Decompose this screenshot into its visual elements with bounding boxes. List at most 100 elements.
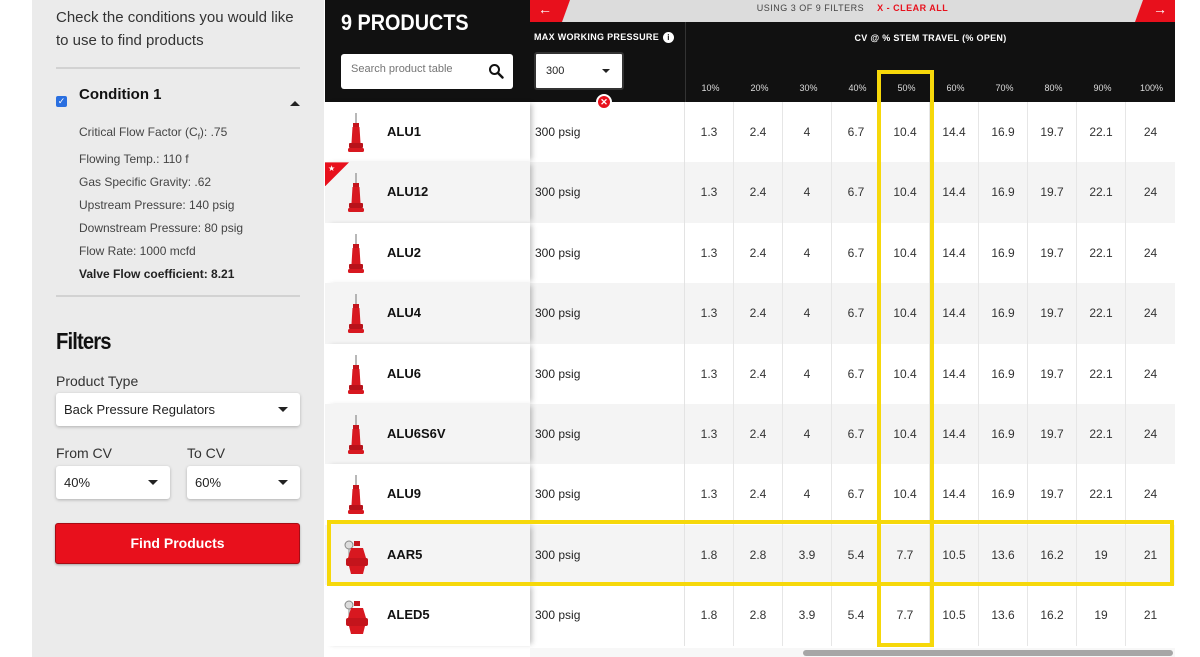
max-working-pressure-cell: 300 psig — [530, 585, 685, 646]
info-icon[interactable]: i — [663, 32, 675, 44]
column-headers: MAX WORKING PRESSURE i 300 ✕ CV @ % STEM … — [530, 22, 1176, 110]
max-working-pressure-cell: 300 psig — [530, 403, 685, 465]
cv-cell: 24 — [1143, 306, 1158, 321]
cv-cell: 16.9 — [979, 162, 1028, 223]
product-type-select[interactable]: Back Pressure Regulators — [56, 393, 300, 426]
cv-column-header[interactable]: 90% — [1078, 83, 1127, 93]
product-name[interactable]: ALED5 — [387, 607, 430, 622]
cv-cell: 21 — [1143, 547, 1158, 562]
cv-cell: 6.7 — [832, 102, 881, 163]
product-name[interactable]: ALU12 — [387, 184, 428, 199]
product-thumbnail[interactable] — [343, 294, 369, 334]
table-row[interactable]: ALU1 300 psig 1.3 2.4 4 6.7 10.4 14.4 16.9 19.7 22… — [325, 102, 1175, 163]
product-cell[interactable]: ALU1 — [325, 102, 530, 163]
product-table: 9 PRODUCTS USING 3 OF 9 FILTERS X - CLEA… — [325, 0, 1200, 657]
cv-column-header[interactable]: 20% — [735, 83, 784, 93]
cv-column-header[interactable]: 10% — [686, 83, 735, 93]
cv-column-header[interactable]: 80% — [1029, 83, 1078, 93]
product-type-label: Product Type — [56, 373, 139, 389]
product-cell[interactable]: ALU9 — [325, 464, 530, 525]
max-working-pressure-select[interactable]: 300 — [534, 52, 624, 90]
product-name[interactable]: ALU6S6V — [387, 426, 446, 441]
search-input[interactable] — [351, 63, 486, 75]
condition-line-cff: Critical Flow Factor (Cf): .75 — [79, 125, 228, 142]
filter-status: USING 3 OF 9 FILTERS — [756, 3, 865, 13]
clear-filter-icon[interactable]: ✕ — [596, 94, 612, 110]
to-cv-select[interactable]: 60% — [187, 466, 300, 499]
cv-cell: 1.3 — [685, 102, 734, 163]
cv-cell: 2.4 — [734, 283, 783, 344]
product-cell[interactable]: AAR5 — [325, 524, 530, 586]
table-row[interactable]: ALU4 300 psig 1.3 2.4 4 6.7 10.4 14.4 16.9 19.7 22… — [325, 283, 1175, 344]
cv-cell: 14.4 — [930, 222, 979, 284]
product-thumbnail[interactable] — [343, 233, 369, 274]
product-thumbnail[interactable] — [343, 354, 369, 395]
cv-cell: 16.9 — [979, 283, 1028, 344]
cv-cell: 13.6 — [979, 524, 1028, 586]
from-cv-select[interactable]: 40% — [56, 466, 170, 499]
cv-cell: 19 — [1077, 585, 1126, 646]
table-row[interactable]: AAR5 300 psig 1.8 2.8 3.9 5.4 7.7 10.5 13.6 16.2 1… — [325, 524, 1175, 586]
filters-heading: Filters — [56, 328, 111, 354]
product-thumbnail[interactable] — [343, 596, 369, 636]
to-cv-value: 60% — [195, 475, 222, 490]
product-thumbnail[interactable] — [343, 475, 369, 515]
search-product-table[interactable] — [341, 54, 513, 89]
cv-cell: 4 — [783, 162, 832, 223]
condition-details: Critical Flow Factor (Cf): .75 Flowing T… — [79, 121, 243, 286]
product-name[interactable]: ALU4 — [387, 305, 421, 320]
table-row[interactable]: ALU6S6V 300 psig 1.3 2.4 4 6.7 10.4 14.4 16.9 19.… — [325, 403, 1175, 465]
product-thumbnail[interactable] — [343, 414, 369, 455]
divider — [56, 67, 300, 69]
cv-cell: 4 — [783, 343, 832, 404]
cv-cell: 19.7 — [1028, 464, 1077, 525]
horizontal-scrollbar-thumb[interactable] — [803, 650, 1173, 656]
product-thumbnail[interactable] — [343, 113, 369, 153]
product-cell[interactable]: ALU2 — [325, 222, 530, 284]
condition-checkbox[interactable]: ✓ — [56, 96, 67, 107]
table-row[interactable]: ★ ALU12 300 psig 1.3 2.4 4 6.7 10.4 14.4 16.9 19.7… — [325, 162, 1175, 223]
product-name[interactable]: ALU2 — [387, 245, 421, 260]
max-working-pressure-value: 300 — [546, 65, 565, 77]
search-icon[interactable] — [488, 63, 504, 79]
cv-cell: 19.7 — [1028, 283, 1077, 344]
cv-column-header[interactable]: 50% — [882, 83, 931, 93]
product-cell[interactable]: ALU4 — [325, 283, 530, 344]
cv-cell: 1.8 — [685, 585, 734, 646]
product-cell[interactable]: ALED5 — [325, 585, 530, 646]
cv-column-header[interactable]: 60% — [931, 83, 980, 93]
cv-column-header[interactable]: 100% — [1127, 83, 1176, 93]
table-row[interactable]: ALU6 300 psig 1.3 2.4 4 6.7 10.4 14.4 16.9 19.7 22… — [325, 343, 1175, 404]
product-thumbnail[interactable] — [343, 173, 369, 213]
divider — [56, 295, 300, 297]
cv-cell: 4 — [783, 403, 832, 465]
table-row[interactable]: ALU2 300 psig 1.3 2.4 4 6.7 10.4 14.4 16.9 19.7 22… — [325, 222, 1175, 284]
table-row[interactable]: ALED5 300 psig 1.8 2.8 3.9 5.4 7.7 10.5 13.6 16.2… — [325, 585, 1175, 646]
product-cell[interactable]: ★ ALU12 — [325, 162, 530, 223]
products-count: 9 PRODUCTS — [341, 10, 469, 35]
table-row[interactable]: ALU9 300 psig 1.3 2.4 4 6.7 10.4 14.4 16.9 19.7 22… — [325, 464, 1175, 525]
max-working-pressure-header: MAX WORKING PRESSURE i — [534, 32, 675, 44]
product-name[interactable]: ALU6 — [387, 366, 421, 381]
cv-cell: 16.9 — [979, 102, 1028, 163]
product-name[interactable]: AAR5 — [387, 547, 422, 562]
cv-cell: 19.7 — [1028, 162, 1077, 223]
cv-cell: 16.9 — [979, 222, 1028, 284]
cv-cell: 2.8 — [734, 524, 783, 586]
collapse-caret-icon[interactable] — [290, 101, 300, 106]
product-cell[interactable]: ALU6S6V — [325, 403, 530, 465]
find-products-button[interactable]: Find Products — [55, 523, 300, 564]
cv-cell: 7.7 — [881, 524, 930, 586]
cv-cell: 2.8 — [734, 585, 783, 646]
product-name[interactable]: ALU9 — [387, 486, 421, 501]
clear-all-filters-link[interactable]: X - CLEAR ALL — [877, 3, 948, 13]
cv-cell: 10.5 — [930, 524, 979, 586]
cv-cell: 2.4 — [734, 464, 783, 525]
cv-cell: 5.4 — [832, 585, 881, 646]
cv-column-header[interactable]: 70% — [980, 83, 1029, 93]
cv-column-header[interactable]: 40% — [833, 83, 882, 93]
product-cell[interactable]: ALU6 — [325, 343, 530, 404]
product-thumbnail[interactable] — [343, 536, 369, 576]
product-name[interactable]: ALU1 — [387, 124, 421, 139]
cv-column-header[interactable]: 30% — [784, 83, 833, 93]
